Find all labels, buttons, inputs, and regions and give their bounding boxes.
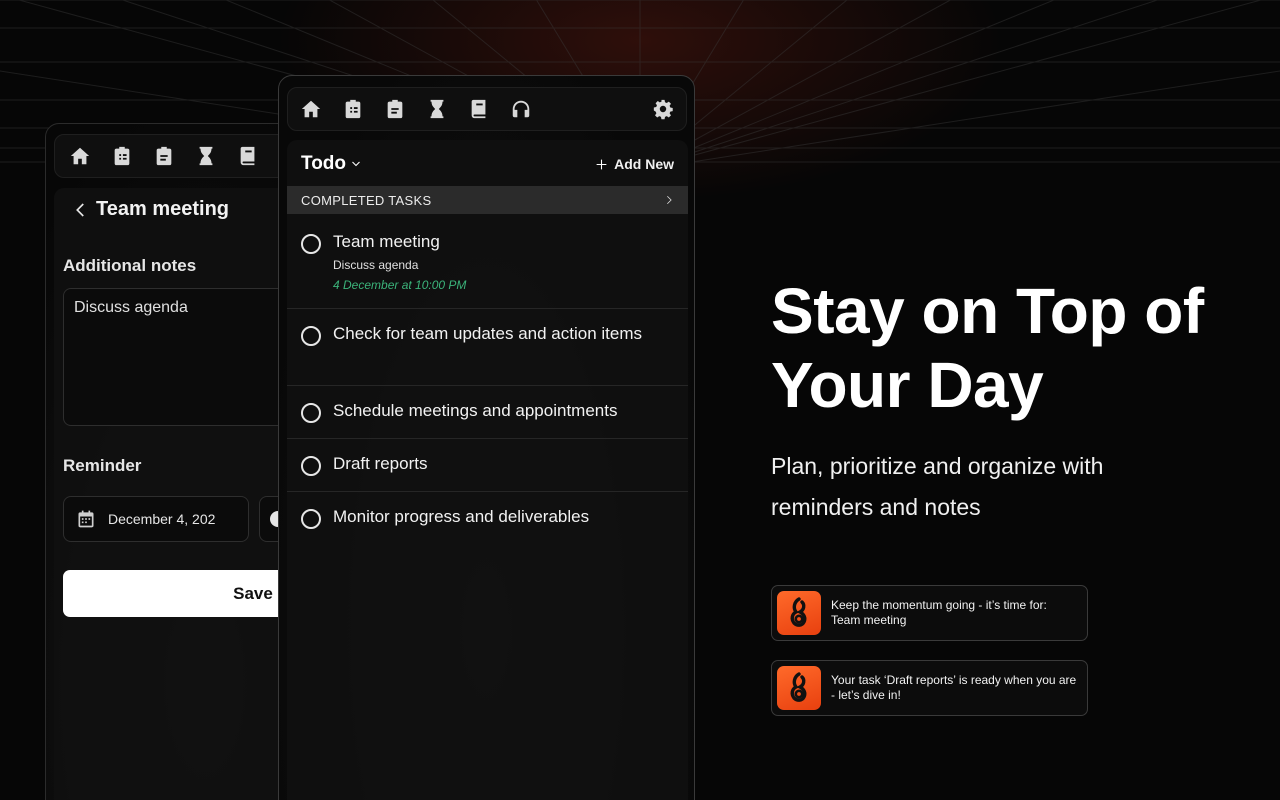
app-logo-icon bbox=[777, 666, 821, 710]
task-item[interactable]: Schedule meetings and appointments bbox=[287, 387, 688, 439]
headphones-icon[interactable] bbox=[506, 94, 536, 124]
task-title: Team meeting bbox=[96, 198, 229, 220]
todo-header: Todo Add New bbox=[301, 152, 674, 176]
completed-tasks-row[interactable]: COMPLETED TASKS bbox=[287, 186, 688, 214]
task-item[interactable]: Check for team updates and action items bbox=[287, 310, 688, 386]
list-selector[interactable]: Todo bbox=[301, 153, 362, 175]
task-title: Monitor progress and deliverables bbox=[333, 507, 590, 526]
add-new-label: Add New bbox=[614, 156, 674, 172]
notes-label: Additional notes bbox=[63, 256, 197, 275]
plus-icon bbox=[596, 159, 607, 169]
task-item[interactable]: Monitor progress and deliverables bbox=[287, 493, 688, 545]
clipboard-icon[interactable] bbox=[380, 94, 410, 124]
task-checkbox[interactable] bbox=[301, 456, 321, 476]
completed-tasks-label: COMPLETED TASKS bbox=[301, 192, 432, 208]
front-toolbar bbox=[287, 87, 687, 131]
notification-card: Keep the momentum going - it’s time for:… bbox=[771, 585, 1088, 641]
task-checkbox[interactable] bbox=[301, 509, 321, 529]
list-title: Todo bbox=[301, 153, 347, 174]
task-checkbox[interactable] bbox=[301, 403, 321, 423]
back-header[interactable]: Team meeting bbox=[72, 198, 229, 221]
home-icon[interactable] bbox=[296, 94, 326, 124]
task-item[interactable]: Draft reports bbox=[287, 440, 688, 492]
notification-text: Keep the momentum going - it’s time for:… bbox=[831, 598, 1047, 627]
task-checkbox[interactable] bbox=[301, 326, 321, 346]
reminder-date-field[interactable]: December 4, 202 bbox=[63, 496, 249, 542]
task-checkbox[interactable] bbox=[301, 234, 321, 254]
todo-panel: Todo Add New COMPLETED TASKS Team meetin… bbox=[287, 140, 688, 800]
chevron-right-icon bbox=[667, 195, 672, 205]
hourglass-icon[interactable] bbox=[422, 94, 452, 124]
notification-card: Your task ‘Draft reports’ is ready when … bbox=[771, 660, 1088, 716]
calendar-icon bbox=[78, 510, 94, 528]
task-note: Discuss agenda bbox=[333, 258, 419, 272]
promo-stage: Team meeting Additional notes Discuss ag… bbox=[0, 0, 1280, 800]
chevron-down-icon bbox=[352, 161, 360, 167]
task-title: Draft reports bbox=[333, 454, 428, 473]
home-icon[interactable] bbox=[65, 141, 95, 171]
notification-text: Your task ‘Draft reports’ is ready when … bbox=[831, 673, 1077, 702]
task-title: Team meeting bbox=[333, 232, 440, 251]
reminder-date-value: December 4, 202 bbox=[108, 511, 216, 527]
subheadline: Plan, prioritize and organize with remin… bbox=[771, 453, 1104, 520]
clipboard-icon[interactable] bbox=[149, 141, 179, 171]
headline: Stay on Top of Your Day bbox=[771, 275, 1204, 421]
clipboard-list-icon[interactable] bbox=[338, 94, 368, 124]
app-logo-icon bbox=[777, 591, 821, 635]
reminder-label: Reminder bbox=[63, 456, 142, 475]
book-icon[interactable] bbox=[464, 94, 494, 124]
book-icon[interactable] bbox=[233, 141, 263, 171]
add-new-button[interactable]: Add New bbox=[595, 156, 674, 172]
task-item[interactable]: Team meeting Discuss agenda 4 December a… bbox=[287, 216, 688, 309]
task-due-date: 4 December at 10:00 PM bbox=[333, 278, 467, 292]
hourglass-icon[interactable] bbox=[191, 141, 221, 171]
todo-window: Todo Add New COMPLETED TASKS Team meetin… bbox=[278, 75, 695, 800]
clipboard-list-icon[interactable] bbox=[107, 141, 137, 171]
task-title: Check for team updates and action items bbox=[333, 324, 642, 343]
task-title: Schedule meetings and appointments bbox=[333, 401, 618, 420]
chevron-left-icon[interactable] bbox=[72, 201, 90, 219]
gear-icon[interactable] bbox=[648, 94, 678, 124]
